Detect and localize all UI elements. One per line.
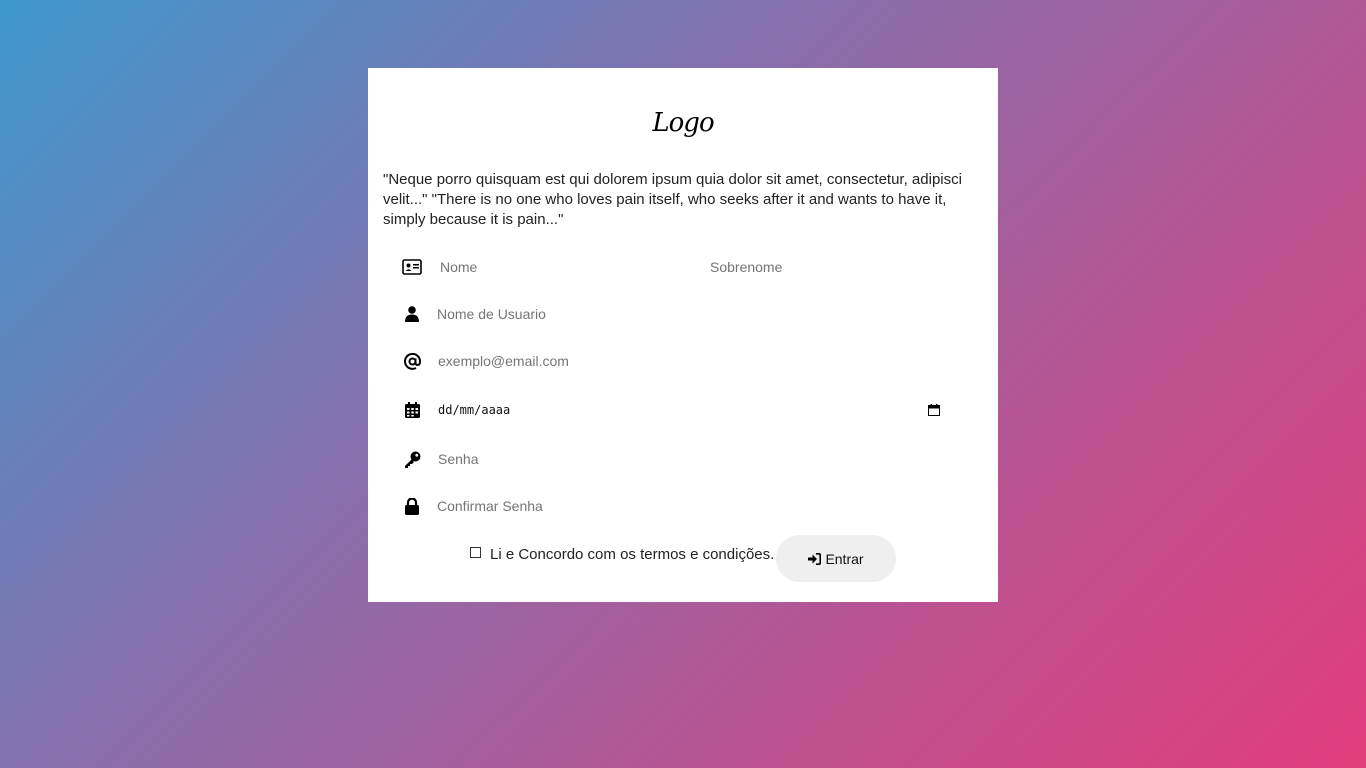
- first-name-input[interactable]: [440, 259, 702, 275]
- key-icon: [402, 449, 422, 469]
- last-name-input[interactable]: [710, 259, 950, 275]
- quote-text: "Neque porro quisquam est qui dolorem ip…: [383, 171, 962, 228]
- email-input[interactable]: [438, 353, 938, 369]
- terms-row: Li e Concordo com os termos e condições.: [470, 546, 774, 563]
- username-row: [402, 302, 937, 326]
- name-row: [402, 255, 950, 279]
- submit-label: Entrar: [825, 550, 864, 567]
- logo: Logo: [652, 108, 714, 138]
- password-input[interactable]: [438, 451, 938, 467]
- lock-icon: [402, 496, 422, 516]
- terms-checkbox[interactable]: [470, 547, 481, 558]
- id-card-icon: [402, 257, 422, 277]
- confirm-password-row: [402, 494, 937, 518]
- username-input[interactable]: [437, 306, 937, 322]
- calendar-icon: [402, 400, 422, 420]
- birthdate-input[interactable]: dd/mm/aaaa: [438, 403, 918, 417]
- password-row: [402, 447, 938, 471]
- sign-in-icon: [808, 552, 825, 565]
- signup-card: Logo "Neque porro quisquam est qui dolor…: [368, 68, 998, 602]
- user-icon: [402, 304, 422, 324]
- at-icon: [402, 351, 422, 371]
- submit-button[interactable]: Entrar: [776, 535, 896, 582]
- terms-label: Li e Concordo com os termos e condições.: [490, 546, 775, 563]
- email-row: [402, 349, 938, 373]
- date-row: dd/mm/aaaa: [402, 398, 940, 422]
- calendar-picker-icon[interactable]: [927, 400, 940, 420]
- confirm-password-input[interactable]: [437, 498, 937, 514]
